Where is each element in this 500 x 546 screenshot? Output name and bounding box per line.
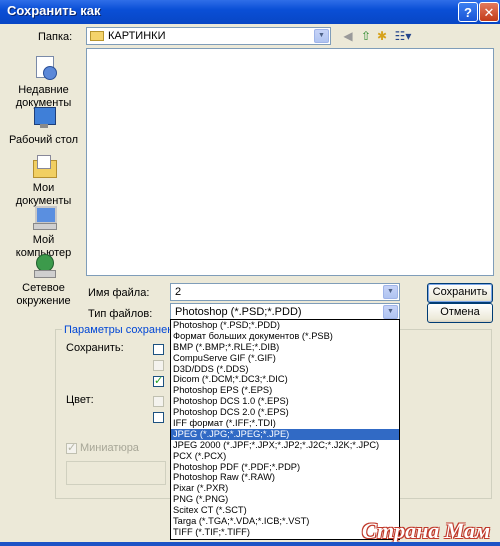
filetype-option[interactable]: Scitex CT (*.SCT) xyxy=(171,505,399,516)
chevron-down-icon[interactable]: ▼ xyxy=(314,29,329,43)
filetype-option[interactable]: Photoshop DCS 2.0 (*.EPS) xyxy=(171,407,399,418)
filename-label: Имя файла: xyxy=(88,287,150,299)
filename-value: 2 xyxy=(175,286,182,298)
color-option-checkbox[interactable] xyxy=(153,396,164,407)
filetype-option[interactable]: Формат больших документов (*.PSB) xyxy=(171,331,399,342)
folder-select[interactable]: КАРТИНКИ ▼ xyxy=(86,27,331,45)
place-label: Рабочий стол xyxy=(8,134,79,146)
save-button[interactable]: Сохранить xyxy=(427,283,493,303)
place-recent-documents[interactable]: Недавние документы xyxy=(5,54,82,110)
save-option-checkbox[interactable] xyxy=(153,344,164,355)
filetype-option[interactable]: Dicom (*.DCM;*.DC3;*.DIC) xyxy=(171,374,399,385)
folder-value: КАРТИНКИ xyxy=(108,30,166,42)
file-list[interactable] xyxy=(86,48,494,276)
up-folder-icon[interactable]: ⇧ xyxy=(358,28,374,44)
color-option-checkbox[interactable] xyxy=(153,412,164,423)
watermark-logo: Страна Мам xyxy=(362,518,491,543)
back-icon[interactable]: ◀ xyxy=(340,28,356,44)
chevron-down-icon[interactable]: ▼ xyxy=(383,285,398,299)
save-option-checkbox[interactable] xyxy=(153,374,164,387)
filetype-option[interactable]: JPEG (*.JPG;*.JPEG;*.JPE) xyxy=(171,428,399,440)
folder-label: Папка: xyxy=(38,31,73,43)
filetype-option[interactable]: D3D/DDS (*.DDS) xyxy=(171,364,399,375)
view-menu-icon[interactable]: ☷▾ xyxy=(392,28,414,44)
filetype-option[interactable]: PCX (*.PCX) xyxy=(171,451,399,462)
place-label: Сетевое окружение xyxy=(16,282,71,307)
save-label: Сохранить: xyxy=(66,342,124,354)
place-my-documents[interactable]: Мои документы xyxy=(5,152,82,208)
new-folder-icon[interactable]: ✱ xyxy=(374,28,390,44)
filetype-option[interactable]: IFF формат (*.IFF;*.TDI) xyxy=(171,418,399,429)
thumbnail-label: Миниатюра xyxy=(80,442,139,454)
close-button[interactable]: ✕ xyxy=(479,2,499,22)
cancel-button[interactable]: Отмена xyxy=(427,303,493,323)
place-network[interactable]: Сетевое окружение xyxy=(5,252,82,308)
my-computer-icon xyxy=(29,204,59,232)
thumbnail-field xyxy=(66,461,166,485)
desktop-icon xyxy=(29,104,59,132)
recent-documents-icon xyxy=(29,54,59,82)
thumbnail-checkbox[interactable] xyxy=(66,441,77,454)
filetype-option[interactable]: Photoshop PDF (*.PDF;*.PDP) xyxy=(171,462,399,473)
filetype-option[interactable]: JPEG 2000 (*.JPF;*.JPX;*.JP2;*.J2C;*.J2K… xyxy=(171,440,399,451)
filetype-label: Тип файлов: xyxy=(88,308,153,320)
save-option-checkbox[interactable] xyxy=(153,360,164,371)
filetype-dropdown-list[interactable]: Photoshop (*.PSD;*.PDD) Формат больших до… xyxy=(170,319,400,540)
network-icon xyxy=(29,252,59,280)
color-label: Цвет: xyxy=(66,394,94,406)
help-button[interactable]: ? xyxy=(458,2,478,22)
filename-input[interactable]: 2 ▼ xyxy=(170,283,400,301)
filetype-option[interactable]: Pixar (*.PXR) xyxy=(171,483,399,494)
chevron-down-icon[interactable]: ▼ xyxy=(383,305,398,319)
filetype-option[interactable]: PNG (*.PNG) xyxy=(171,494,399,505)
places-bar: Недавние документы Рабочий стол Мои доку… xyxy=(5,48,82,307)
filetype-option[interactable]: Photoshop DCS 1.0 (*.EPS) xyxy=(171,396,399,407)
filetype-option[interactable]: Photoshop EPS (*.EPS) xyxy=(171,385,399,396)
my-documents-icon xyxy=(29,152,59,180)
filetype-value: Photoshop (*.PSD;*.PDD) xyxy=(175,306,302,318)
window-title: Сохранить как xyxy=(7,3,101,18)
folder-icon xyxy=(90,31,104,41)
filetype-option[interactable]: CompuServe GIF (*.GIF) xyxy=(171,353,399,364)
title-bar[interactable]: Сохранить как ? ✕ xyxy=(0,0,500,24)
place-desktop[interactable]: Рабочий стол xyxy=(5,104,82,147)
filetype-option[interactable]: Photoshop Raw (*.RAW) xyxy=(171,472,399,483)
filetype-option[interactable]: Photoshop (*.PSD;*.PDD) xyxy=(171,320,399,331)
save-options-title: Параметры сохранения xyxy=(62,324,188,336)
window-border xyxy=(0,542,500,546)
filetype-option[interactable]: BMP (*.BMP;*.RLE;*.DIB) xyxy=(171,342,399,353)
